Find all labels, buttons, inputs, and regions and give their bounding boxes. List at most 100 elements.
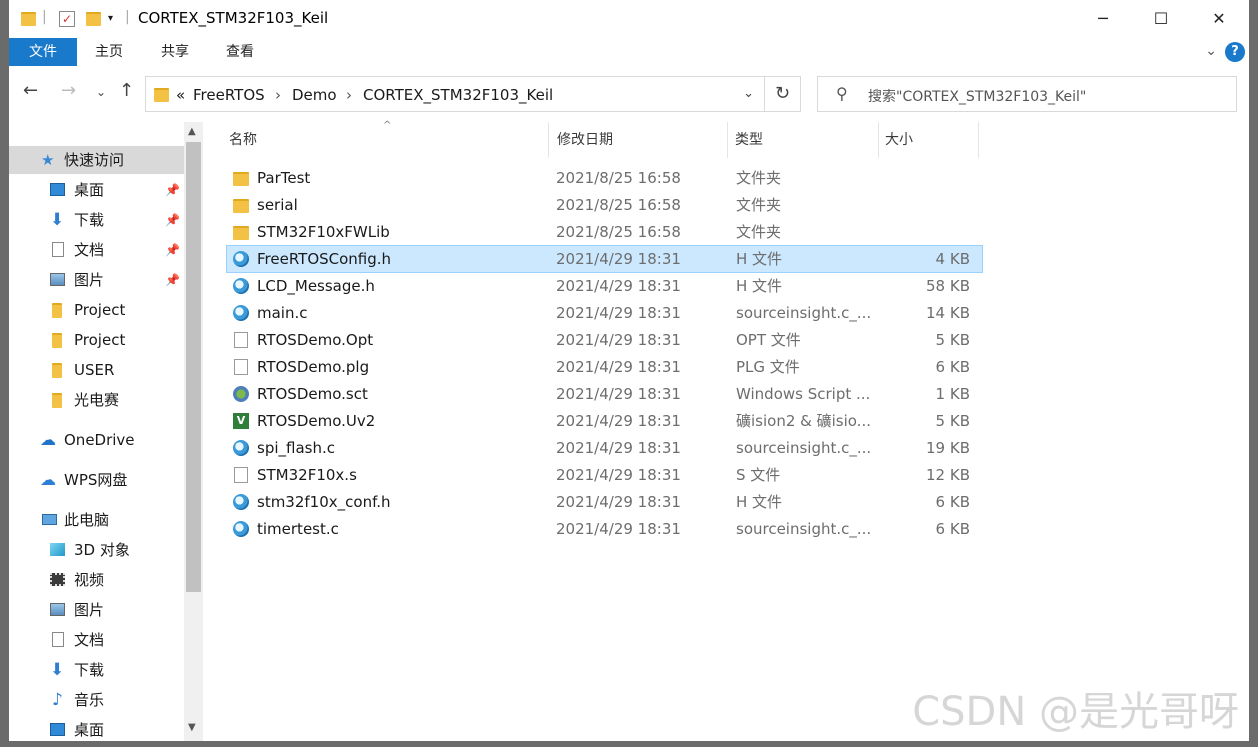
nav-quick-access[interactable]: ★ 快速访问 bbox=[9, 146, 184, 174]
nav-documents-pc[interactable]: 文档 bbox=[9, 626, 184, 654]
star-icon: ★ bbox=[41, 151, 55, 169]
column-header-size[interactable]: 大小 bbox=[863, 122, 963, 158]
file-row[interactable]: RTOSDemo.plg 2021/4/29 18:31 PLG 文件 6 KB bbox=[227, 354, 982, 380]
source-file-icon bbox=[233, 521, 249, 537]
nav-desktop[interactable]: 桌面 📌 bbox=[9, 176, 184, 204]
file-row[interactable]: spi_flash.c 2021/4/29 18:31 sourceinsight.… bbox=[227, 435, 982, 461]
nav-label: WPS网盘 bbox=[64, 471, 128, 489]
file-type: H 文件 bbox=[736, 493, 783, 511]
back-arrow-icon[interactable]: ← bbox=[23, 80, 38, 101]
column-divider[interactable] bbox=[978, 122, 979, 158]
file-type: 文件夹 bbox=[736, 169, 782, 187]
column-header-date[interactable]: 修改日期 bbox=[535, 122, 715, 158]
help-icon[interactable]: ? bbox=[1225, 42, 1245, 62]
nav-3d-objects[interactable]: 3D 对象 bbox=[9, 536, 184, 564]
cloud-icon: ☁ bbox=[40, 470, 56, 489]
file-name: RTOSDemo.plg bbox=[257, 358, 370, 376]
scroll-up-icon[interactable]: ▲ bbox=[188, 126, 196, 137]
video-icon bbox=[50, 573, 65, 586]
file-row[interactable]: V RTOSDemo.Uv2 2021/4/29 18:31 礦ision2 & 礦i… bbox=[227, 408, 982, 434]
breadcrumb-current[interactable]: CORTEX_STM32F103_Keil bbox=[363, 86, 553, 104]
close-button[interactable]: ✕ bbox=[1190, 0, 1248, 38]
nav-user[interactable]: USER bbox=[9, 356, 184, 384]
breadcrumb-overflow[interactable]: « bbox=[176, 86, 185, 104]
tab-view[interactable]: 查看 bbox=[208, 38, 272, 66]
new-folder-icon[interactable] bbox=[86, 12, 101, 26]
nav-wps[interactable]: ☁ WPS网盘 bbox=[9, 466, 184, 494]
properties-icon[interactable]: ✓ bbox=[59, 11, 75, 27]
file-row[interactable]: STM32F10xFWLib 2021/8/25 16:58 文件夹 bbox=[227, 219, 982, 245]
file-row[interactable]: main.c 2021/4/29 18:31 sourceinsight.c_...… bbox=[227, 300, 982, 326]
search-box[interactable]: ⚲ 搜索"CORTEX_STM32F103_Keil" bbox=[817, 76, 1237, 112]
search-icon: ⚲ bbox=[836, 84, 848, 103]
file-size: 6 KB bbox=[935, 358, 970, 376]
nav-desktop-pc[interactable]: 桌面 bbox=[9, 716, 184, 741]
nav-pictures[interactable]: 图片 📌 bbox=[9, 266, 184, 294]
music-icon: ♪ bbox=[52, 690, 63, 710]
nav-videos[interactable]: 视频 bbox=[9, 566, 184, 594]
search-placeholder: 搜索"CORTEX_STM32F103_Keil" bbox=[868, 89, 1087, 105]
file-size: 4 KB bbox=[935, 250, 970, 268]
nav-label: 下载 bbox=[74, 661, 105, 679]
title-bar: | ✓ ▾ | CORTEX_STM32F103_Keil ─ ☐ ✕ bbox=[9, 0, 1249, 38]
file-name: spi_flash.c bbox=[257, 439, 335, 457]
file-date: 2021/8/25 16:58 bbox=[556, 223, 681, 241]
forward-arrow-icon[interactable]: → bbox=[61, 80, 76, 101]
nav-label: 视频 bbox=[74, 571, 105, 589]
refresh-button[interactable]: ↻ bbox=[765, 76, 801, 112]
address-bar[interactable]: « FreeRTOS › Demo › CORTEX_STM32F103_Kei… bbox=[145, 76, 765, 112]
file-row[interactable]: RTOSDemo.sct 2021/4/29 18:31 Windows Scrip… bbox=[227, 381, 982, 407]
nav-this-pc[interactable]: 此电脑 bbox=[9, 506, 184, 534]
address-dropdown-icon[interactable]: ⌄ bbox=[743, 86, 754, 101]
file-date: 2021/4/29 18:31 bbox=[556, 331, 681, 349]
file-row[interactable]: stm32f10x_conf.h 2021/4/29 18:31 H 文件 6 KB bbox=[227, 489, 982, 515]
nav-guangdiansai[interactable]: 光电赛 bbox=[9, 386, 184, 414]
file-date: 2021/4/29 18:31 bbox=[556, 277, 681, 295]
nav-project-1[interactable]: Project bbox=[9, 296, 184, 324]
nav-project-2[interactable]: Project bbox=[9, 326, 184, 354]
breadcrumb-freertos[interactable]: FreeRTOS bbox=[193, 86, 265, 104]
nav-downloads[interactable]: ⬇ 下载 📌 bbox=[9, 206, 184, 234]
nav-label: 文档 bbox=[74, 241, 105, 259]
nav-documents[interactable]: 文档 📌 bbox=[9, 236, 184, 264]
file-row[interactable]: timertest.c 2021/4/29 18:31 sourceinsight.… bbox=[227, 516, 982, 542]
column-header-type[interactable]: 类型 bbox=[713, 122, 863, 158]
tab-file[interactable]: 文件 bbox=[9, 38, 77, 66]
minimize-button[interactable]: ─ bbox=[1074, 0, 1132, 38]
watermark: CSDN @是光哥呀 bbox=[912, 689, 1239, 735]
separator: | bbox=[42, 9, 47, 25]
nav-onedrive[interactable]: ☁ OneDrive bbox=[9, 426, 184, 454]
file-row[interactable]: RTOSDemo.Opt 2021/4/29 18:31 OPT 文件 5 KB bbox=[227, 327, 982, 353]
scrollbar-thumb[interactable] bbox=[186, 142, 201, 592]
quick-access-dropdown-icon[interactable]: ▾ bbox=[108, 13, 113, 24]
nav-music[interactable]: ♪ 音乐 bbox=[9, 686, 184, 714]
maximize-button[interactable]: ☐ bbox=[1132, 0, 1190, 38]
file-size: 12 KB bbox=[926, 466, 970, 484]
file-row[interactable]: ParTest 2021/8/25 16:58 文件夹 bbox=[227, 165, 982, 191]
nav-scrollbar[interactable]: ▲ ▼ bbox=[184, 122, 203, 741]
navigation-pane: ★ 快速访问 桌面 📌 ⬇ 下载 📌 文档 📌 图片 📌 Project Pro… bbox=[9, 122, 203, 741]
tab-home[interactable]: 主页 bbox=[77, 38, 141, 66]
column-header-name[interactable]: 名称 bbox=[207, 122, 548, 158]
file-row[interactable]: STM32F10x.s 2021/4/29 18:31 S 文件 12 KB bbox=[227, 462, 982, 488]
download-icon: ⬇ bbox=[50, 210, 65, 230]
desktop-icon bbox=[50, 183, 65, 196]
breadcrumb-demo[interactable]: Demo bbox=[292, 86, 337, 104]
nav-downloads-pc[interactable]: ⬇ 下载 bbox=[9, 656, 184, 684]
file-name: STM32F10x.s bbox=[257, 466, 357, 484]
file-row[interactable]: FreeRTOSConfig.h 2021/4/29 18:31 H 文件 4 KB bbox=[226, 245, 983, 273]
file-row[interactable]: LCD_Message.h 2021/4/29 18:31 H 文件 58 KB bbox=[227, 273, 982, 299]
nav-label: Project bbox=[74, 331, 126, 349]
nav-label: 音乐 bbox=[74, 691, 105, 709]
recent-locations-icon[interactable]: ⌄ bbox=[96, 85, 106, 99]
nav-label: 图片 bbox=[74, 601, 105, 619]
chevron-right-icon[interactable]: › bbox=[275, 86, 281, 104]
chevron-right-icon[interactable]: › bbox=[346, 86, 352, 104]
expand-ribbon-icon[interactable]: ⌄ bbox=[1205, 43, 1217, 59]
up-arrow-icon[interactable]: ↑ bbox=[119, 80, 134, 101]
scroll-down-icon[interactable]: ▼ bbox=[188, 722, 196, 733]
picture-icon bbox=[50, 603, 65, 616]
tab-share[interactable]: 共享 bbox=[143, 38, 207, 66]
nav-pictures-pc[interactable]: 图片 bbox=[9, 596, 184, 624]
file-row[interactable]: serial 2021/8/25 16:58 文件夹 bbox=[227, 192, 982, 218]
